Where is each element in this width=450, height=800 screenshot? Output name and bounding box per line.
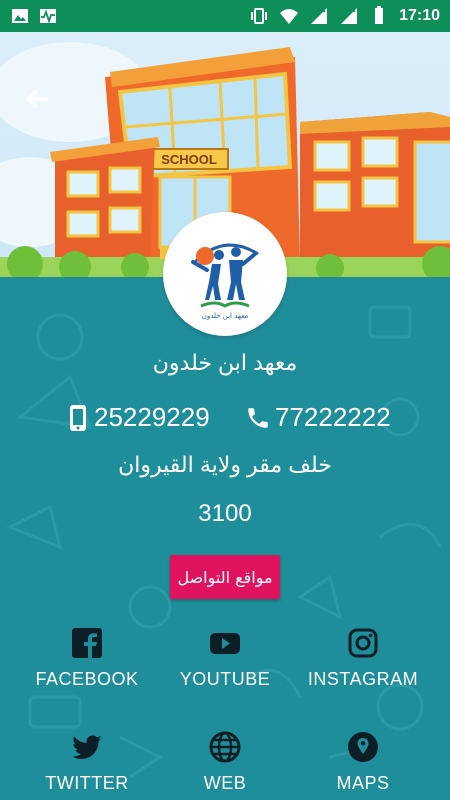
vibrate-icon — [251, 8, 268, 24]
activity-icon — [40, 9, 56, 24]
school-logo: معهد ابن خلدون — [163, 212, 287, 336]
social-links-button[interactable]: مواقع التواصل — [170, 555, 280, 599]
facebook-link[interactable]: FACEBOOK — [17, 627, 157, 690]
youtube-icon — [210, 633, 240, 654]
back-button[interactable] — [20, 82, 54, 116]
twitter-link[interactable]: TWITTER — [17, 731, 157, 794]
map-pin-icon — [348, 732, 378, 762]
school-name: معهد ابن خلدون — [152, 350, 298, 375]
maps-link[interactable]: MAPS — [293, 731, 433, 794]
school-sign: SCHOOL — [161, 152, 217, 167]
wifi-icon — [280, 9, 299, 24]
mobile-phone-number: 25229229 — [94, 402, 210, 432]
status-bar: 17:10 — [0, 0, 450, 32]
landline-phone-number: 77222222 — [275, 402, 391, 432]
instagram-link[interactable]: INSTAGRAM — [293, 627, 433, 690]
postal-code: 3100 — [198, 500, 252, 527]
status-time: 17:10 — [399, 7, 440, 24]
youtube-label: YOUTUBE — [179, 669, 271, 689]
mobile-phone[interactable]: 25229229 — [68, 402, 210, 433]
twitter-label: TWITTER — [45, 773, 129, 793]
twitter-icon — [72, 735, 102, 759]
youtube-link[interactable]: YOUTUBE — [155, 627, 295, 690]
school-address: خلف مقر ولاية القيروان — [118, 452, 332, 477]
phone-icon — [248, 407, 268, 428]
web-link[interactable]: WEB — [155, 731, 295, 794]
battery-icon — [375, 6, 384, 24]
logo-graphic: معهد ابن خلدون — [191, 243, 259, 320]
mobile-phone-icon — [70, 404, 86, 431]
signal-icon — [341, 7, 358, 24]
landline-phone[interactable]: 77222222 — [245, 402, 391, 433]
instagram-icon — [348, 628, 378, 658]
web-label: WEB — [203, 773, 247, 793]
instagram-label: INSTAGRAM — [307, 669, 419, 689]
arrow-left-icon — [26, 89, 49, 109]
logo-caption: معهد ابن خلدون — [202, 312, 249, 320]
image-icon — [12, 9, 28, 23]
maps-label: MAPS — [336, 773, 390, 793]
globe-icon — [209, 731, 241, 763]
facebook-icon — [72, 628, 102, 658]
signal-icon — [311, 7, 328, 24]
facebook-label: FACEBOOK — [35, 669, 139, 689]
